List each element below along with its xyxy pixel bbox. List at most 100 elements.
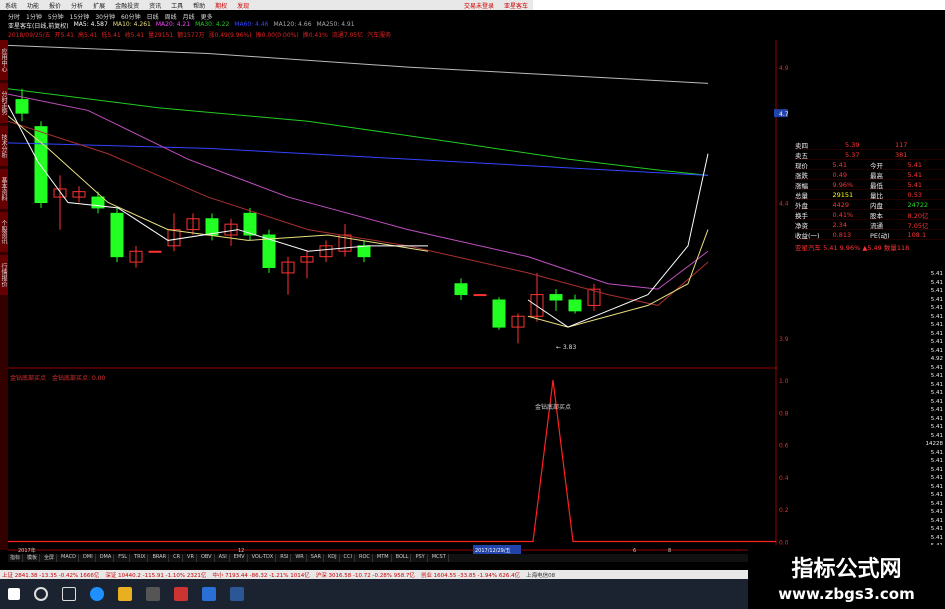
quote-row: 换手 0.41% 股本 8.20亿 — [795, 210, 945, 220]
menu-item[interactable]: 功能 — [22, 1, 44, 10]
indicator-tab[interactable]: MTM — [375, 554, 392, 562]
file-explorer-icon[interactable] — [118, 587, 132, 601]
period-tab[interactable]: 月线 — [183, 12, 195, 21]
side-tab[interactable]: 基本资料 — [0, 169, 8, 209]
quote-value: 5.41 — [832, 160, 847, 169]
price-axis-label: 4.9 — [779, 65, 788, 72]
windows-start-icon[interactable] — [8, 588, 20, 600]
indicator-tab[interactable]: VOL-TDX — [250, 554, 277, 562]
period-tab[interactable]: 15分钟 — [70, 12, 90, 21]
menu-item[interactable]: 报价 — [44, 1, 66, 10]
menu-badge[interactable]: 期权 — [210, 1, 232, 10]
period-tab[interactable]: 30分钟 — [95, 12, 115, 21]
indicator-tab[interactable]: 指标 — [8, 554, 24, 562]
store-icon[interactable] — [146, 587, 160, 601]
period-tab[interactable]: 分时 — [8, 12, 20, 21]
indicator-tab[interactable]: OBV — [199, 554, 215, 562]
menu-item[interactable]: 金融投资 — [110, 1, 144, 10]
quote-label2: 股本 — [870, 211, 883, 220]
menu-item[interactable]: 工具 — [166, 1, 188, 10]
side-tab[interactable]: 技术分析 — [0, 126, 8, 166]
quote-value: 0.49 — [832, 170, 847, 179]
quote-value2: 5.41 — [907, 160, 922, 169]
tick-value: 5.41 — [930, 381, 943, 388]
quote-row: 涨幅 9.96% 最低 5.41 — [795, 180, 945, 190]
quote-value2: 24722 — [907, 200, 929, 209]
tick-value: 5.41 — [930, 466, 943, 473]
menu-item[interactable]: 资讯 — [144, 1, 166, 10]
search-icon[interactable] — [34, 587, 48, 601]
ma-label: MA250: 4.91 — [316, 21, 355, 28]
period-tab[interactable]: 5分钟 — [48, 12, 64, 21]
menu-item[interactable]: 系统 — [0, 1, 22, 10]
quote-label: 换手 — [795, 211, 808, 220]
indicator-tab[interactable]: 模板 — [25, 554, 41, 562]
indicator-tab[interactable]: TRIX — [132, 554, 149, 562]
index-quote: 上证 2841.38 -13.35 -0.42% 1666亿 — [2, 572, 100, 579]
indicator-tab[interactable]: DMA — [98, 554, 115, 562]
indicator-tab[interactable]: PSY — [413, 554, 428, 562]
indicator-tab[interactable]: EMV — [232, 554, 248, 562]
app-blue-icon[interactable] — [202, 587, 216, 601]
menu-item[interactable]: 帮助 — [188, 1, 210, 10]
side-tab[interactable]: 分时走势 — [0, 83, 8, 123]
ma-label: MA120: 4.66 — [273, 21, 312, 28]
info-item: 低5.41 — [101, 32, 121, 39]
quote-row: 净资 2.34 流通 7.05亿 — [795, 220, 945, 230]
tick-value: 5.41 — [930, 475, 943, 481]
menu-right-item[interactable]: 交易未登录 — [459, 1, 499, 10]
menu-bar: 系统 功能 报价 分析 扩展 金融投资 资讯 工具 帮助 期权 发现 交易未登录 亚星客车 — [0, 0, 533, 10]
side-tab[interactable]: 应用中心 — [0, 40, 8, 80]
index-quote: 上海电信08 — [526, 572, 556, 579]
menu-right-item[interactable]: 亚星客车 — [499, 1, 533, 10]
tick-value: 5.41 — [930, 279, 943, 286]
candle-body — [15, 99, 29, 114]
info-item: 2018/09/25/五 — [8, 32, 51, 39]
quote-label: 涨幅 — [795, 181, 808, 190]
quote-label2: 最低 — [870, 181, 883, 190]
indicator-tab[interactable]: BRAR — [150, 554, 170, 562]
period-tab[interactable]: 1分钟 — [26, 12, 42, 21]
app-red-icon[interactable] — [174, 587, 188, 601]
period-tab[interactable]: 周线 — [165, 12, 177, 21]
indicator-tab[interactable]: VR — [185, 554, 197, 562]
indicator-tab[interactable]: ROC — [357, 554, 373, 562]
tick-value: 5.41 — [930, 288, 943, 294]
price-axis-label: 4.73 — [779, 111, 788, 118]
menu-item[interactable]: 分析 — [66, 1, 88, 10]
indicator-tab[interactable]: SAR — [309, 554, 324, 562]
task-view-icon[interactable] — [62, 587, 76, 601]
menu-badge[interactable]: 发现 — [232, 1, 254, 10]
indicator-tab[interactable]: CR — [171, 554, 184, 562]
side-tab[interactable]: 行情报价 — [0, 255, 8, 295]
quote-value2: 8.20亿 — [907, 211, 929, 220]
edge-browser-icon[interactable] — [90, 587, 104, 601]
quote-value: 5.39 — [845, 140, 860, 149]
tick-value: 5.41 — [930, 509, 943, 515]
indicator-tab[interactable]: FSL — [116, 554, 131, 562]
indicator-tab[interactable]: MCST — [430, 554, 449, 562]
indicator-tab[interactable]: BOLL — [394, 554, 412, 562]
tick-value: 5.41 — [930, 407, 943, 413]
indicator-tab[interactable]: ASI — [217, 554, 230, 562]
ma30-line — [8, 93, 709, 290]
period-tab[interactable]: 日线 — [147, 12, 159, 21]
ma-label: MA60: 4.46 — [234, 21, 269, 28]
quote-value: 0.41% — [832, 210, 854, 219]
indicator-tab[interactable]: MACD — [59, 554, 80, 562]
indicator-tab[interactable]: 全屏 — [42, 554, 58, 562]
menu-item[interactable]: 扩展 — [88, 1, 110, 10]
quote-label2: 今开 — [870, 161, 883, 170]
word-icon[interactable] — [230, 587, 244, 601]
indicator-tab[interactable]: DMI — [81, 554, 96, 562]
indicator-tab[interactable]: KDJ — [326, 554, 340, 562]
indicator-tab[interactable]: WR — [293, 554, 307, 562]
tick-value: 5.41 — [930, 347, 943, 354]
period-tab[interactable]: 更多 — [201, 12, 213, 21]
indicator-tab[interactable]: RSI — [278, 554, 292, 562]
indicator-tab[interactable]: CCI — [342, 554, 356, 562]
indicator-name: 金钻底部买点 — [10, 375, 47, 382]
tick-value: 5.41 — [930, 322, 943, 328]
side-tab[interactable]: 个股资讯 — [0, 212, 8, 252]
period-tab[interactable]: 60分钟 — [121, 12, 141, 21]
